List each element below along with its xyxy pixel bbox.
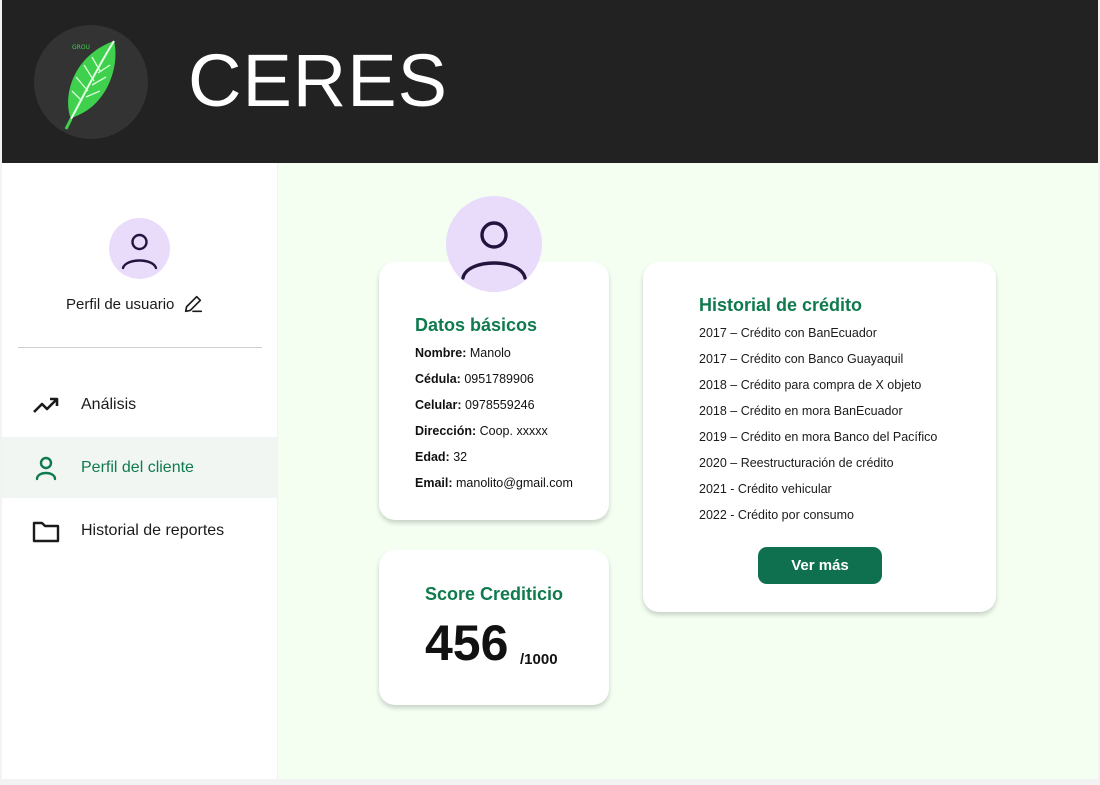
leaf-logo-icon[interactable]: GROU — [34, 25, 148, 139]
credit-history-card: Historial de crédito 2017 – Crédito con … — [643, 262, 996, 612]
sidebar-item-analisis[interactable]: Análisis — [2, 374, 277, 435]
field-edad: Edad: 32 — [415, 450, 468, 464]
score-max: /1000 — [520, 651, 558, 668]
trending-up-icon — [33, 397, 59, 413]
app-header: GROU CERES — [2, 0, 1098, 163]
sidebar-item-perfil-cliente[interactable]: Perfil del cliente — [2, 437, 277, 498]
user-icon — [121, 233, 158, 270]
field-cedula: Cédula: 0951789906 — [415, 372, 534, 386]
main-content: Datos básicos Nombre: Manolo Cédula: 095… — [278, 163, 1098, 779]
field-nombre: Nombre: Manolo — [415, 346, 511, 360]
edit-pencil-icon[interactable] — [182, 293, 204, 315]
sidebar-item-label: Perfil del cliente — [81, 458, 194, 476]
user-icon — [461, 221, 527, 280]
score-value: 456 — [425, 615, 509, 671]
sidebar-divider — [18, 347, 262, 348]
user-icon — [35, 456, 57, 480]
history-item: 2022 - Crédito por consumo — [699, 508, 854, 522]
history-item: 2018 – Crédito en mora BanEcuador — [699, 404, 903, 418]
user-avatar[interactable] — [109, 218, 170, 279]
sidebar-item-label: Análisis — [81, 395, 137, 413]
history-title: Historial de crédito — [699, 295, 863, 315]
history-item: 2019 – Crédito en mora Banco del Pacífic… — [699, 430, 938, 444]
folder-icon — [32, 521, 60, 542]
svg-text:GROU: GROU — [72, 44, 90, 51]
basic-data-card: Datos básicos Nombre: Manolo Cédula: 095… — [379, 262, 609, 520]
history-item: 2021 - Crédito vehicular — [699, 482, 832, 496]
sidebar-item-historial-reportes[interactable]: Historial de reportes — [2, 500, 277, 561]
score-title: Score Crediticio — [424, 584, 564, 604]
client-avatar — [446, 196, 542, 292]
ver-mas-button[interactable]: Ver más — [758, 547, 882, 584]
sidebar-item-label: Historial de reportes — [81, 521, 225, 539]
basic-data-title: Datos básicos — [415, 315, 538, 335]
history-item: 2018 – Crédito para compra de X objeto — [699, 378, 922, 392]
history-item: 2017 – Crédito con Banco Guayaquil — [699, 352, 904, 366]
field-celular: Celular: 0978559246 — [415, 398, 535, 412]
history-item: 2020 – Reestructuración de crédito — [699, 456, 894, 470]
field-email: Email: manolito@gmail.com — [415, 476, 573, 490]
profile-label: Perfil de usuario — [66, 293, 204, 315]
credit-score-card: Score Crediticio 456 /1000 — [379, 550, 609, 705]
app-title: CERES — [188, 39, 448, 122]
sidebar: Perfil de usuario Análisis Perfil del cl… — [2, 163, 277, 779]
profile-label-text: Perfil de usuario — [66, 295, 175, 313]
history-item: 2017 – Crédito con BanEcuador — [699, 326, 877, 340]
field-direccion: Dirección: Coop. xxxxx — [415, 424, 548, 438]
